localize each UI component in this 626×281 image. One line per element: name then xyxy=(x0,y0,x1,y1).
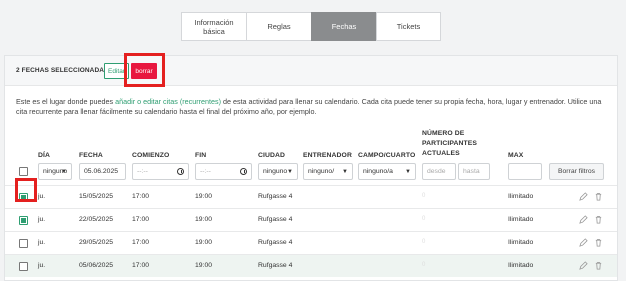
delete-highlight-box xyxy=(124,53,165,87)
participants-from-input[interactable]: desde xyxy=(422,163,456,180)
col-participants: NÚMERO DE PARTICIPANTES ACTUALES xyxy=(422,130,478,157)
end-time-filter[interactable]: --:-- xyxy=(195,163,252,180)
row-max: Ilimitado xyxy=(508,216,534,223)
row-checkbox[interactable] xyxy=(19,239,28,248)
chevron-down-icon: ▼ xyxy=(61,169,67,175)
description-text: Este es el lugar donde puedes xyxy=(16,97,116,106)
row-max: Ilimitado xyxy=(508,239,534,246)
row-participants: 0 xyxy=(422,262,426,268)
row-day: ju. xyxy=(38,216,46,223)
chevron-down-icon: ▼ xyxy=(342,169,348,175)
date-filter-value: 05.06.2025 xyxy=(84,168,119,175)
row-participants: 0 xyxy=(422,193,426,199)
city-filter[interactable]: ninguno ▼ xyxy=(258,163,298,180)
city-filter-value: ninguno xyxy=(263,168,288,175)
row-city: Rufgasse 4 xyxy=(258,262,293,269)
table-row[interactable]: ju. 22/05/2025 17:00 19:00 Rufgasse 4 0 … xyxy=(5,208,617,231)
row-city: Rufgasse 4 xyxy=(258,193,293,200)
trash-icon[interactable] xyxy=(594,215,603,224)
tab-dates[interactable]: Fechas xyxy=(311,12,376,41)
row-max: Ilimitado xyxy=(508,193,534,200)
clock-icon xyxy=(240,168,247,175)
trash-icon[interactable] xyxy=(594,192,603,201)
pencil-icon[interactable] xyxy=(579,238,588,247)
row-day: ju. xyxy=(38,239,46,246)
row-checkbox[interactable] xyxy=(19,216,28,225)
clock-icon xyxy=(177,168,184,175)
row-end: 19:00 xyxy=(195,193,213,200)
row-start: 17:00 xyxy=(132,216,150,223)
select-all-checkbox[interactable] xyxy=(19,167,28,176)
col-day: DÍA xyxy=(38,152,51,159)
tab-tickets[interactable]: Tickets xyxy=(376,12,441,41)
row-checkbox[interactable] xyxy=(19,262,28,271)
add-edit-dates-link[interactable]: añadir o editar citas (recurrentes) xyxy=(115,97,221,106)
table-row[interactable]: ju. 05/06/2025 17:00 19:00 Rufgasse 4 0 … xyxy=(5,254,617,277)
room-filter-value: ninguno/a xyxy=(363,168,393,175)
selection-bar: 2 FECHAS SELECCIONADAS Editar borrar xyxy=(5,53,617,87)
col-trainer: ENTRENADOR xyxy=(303,152,352,159)
tab-basic-info[interactable]: Información básica xyxy=(181,12,246,41)
page: Información básica Reglas Fechas Tickets… xyxy=(0,0,626,281)
row-city: Rufgasse 4 xyxy=(258,216,293,223)
pencil-icon[interactable] xyxy=(579,261,588,270)
participants-from-placeholder: desde xyxy=(427,168,446,175)
row-city: Rufgasse 4 xyxy=(258,239,293,246)
table-row[interactable]: ju. 15/05/2025 17:00 19:00 Rufgasse 4 0 … xyxy=(5,185,617,208)
row-start: 17:00 xyxy=(132,193,150,200)
row-max: Ilimitado xyxy=(508,262,534,269)
description: Este es el lugar donde puedes añadir o e… xyxy=(16,97,611,117)
chevron-down-icon: ▼ xyxy=(405,169,411,175)
col-start: COMIENZO xyxy=(132,152,170,159)
row-end: 19:00 xyxy=(195,239,213,246)
participants-to-placeholder: hasta xyxy=(463,168,480,175)
row-end: 19:00 xyxy=(195,216,213,223)
day-filter[interactable]: ninguno ▼ xyxy=(38,163,72,180)
trainer-filter-value: ninguno/ xyxy=(308,168,335,175)
trainer-filter[interactable]: ninguno/ ▼ xyxy=(303,163,353,180)
row-date: 22/05/2025 xyxy=(79,216,114,223)
row-start: 17:00 xyxy=(132,239,150,246)
max-filter-input[interactable] xyxy=(508,163,542,180)
checkbox-highlight-box xyxy=(15,178,37,202)
row-date: 15/05/2025 xyxy=(79,193,114,200)
pencil-icon[interactable] xyxy=(579,215,588,224)
col-end: FIN xyxy=(195,152,207,159)
pencil-icon[interactable] xyxy=(579,192,588,201)
row-participants: 0 xyxy=(422,216,426,222)
trash-icon[interactable] xyxy=(594,238,603,247)
col-date: FECHA xyxy=(79,152,103,159)
row-day: ju. xyxy=(38,193,46,200)
table-row[interactable]: ju. 29/05/2025 17:00 19:00 Rufgasse 4 0 … xyxy=(5,231,617,254)
col-room: CAMPO/CUARTO xyxy=(358,152,416,159)
participants-to-input[interactable]: hasta xyxy=(458,163,490,180)
tab-bar: Información básica Reglas Fechas Tickets xyxy=(181,12,441,41)
row-participants: 0 xyxy=(422,239,426,245)
room-filter[interactable]: ninguno/a ▼ xyxy=(358,163,416,180)
date-filter[interactable]: 05.06.2025 xyxy=(79,163,126,180)
row-end: 19:00 xyxy=(195,262,213,269)
col-city: CIUDAD xyxy=(258,152,286,159)
row-day: ju. xyxy=(38,262,46,269)
dates-card: 2 FECHAS SELECCIONADAS Editar borrar Est… xyxy=(4,53,618,281)
row-date: 05/06/2025 xyxy=(79,262,114,269)
clear-filters-button[interactable]: Borrar filtros xyxy=(549,163,604,180)
selection-count: 2 FECHAS SELECCIONADAS xyxy=(16,67,109,74)
col-max: MAX xyxy=(508,152,524,159)
end-time-placeholder: --:-- xyxy=(200,168,211,175)
row-start: 17:00 xyxy=(132,262,150,269)
row-date: 29/05/2025 xyxy=(79,239,114,246)
chevron-down-icon: ▼ xyxy=(287,169,293,175)
start-time-placeholder: --:-- xyxy=(137,168,148,175)
tab-rules[interactable]: Reglas xyxy=(246,12,311,41)
trash-icon[interactable] xyxy=(594,261,603,270)
start-time-filter[interactable]: --:-- xyxy=(132,163,189,180)
